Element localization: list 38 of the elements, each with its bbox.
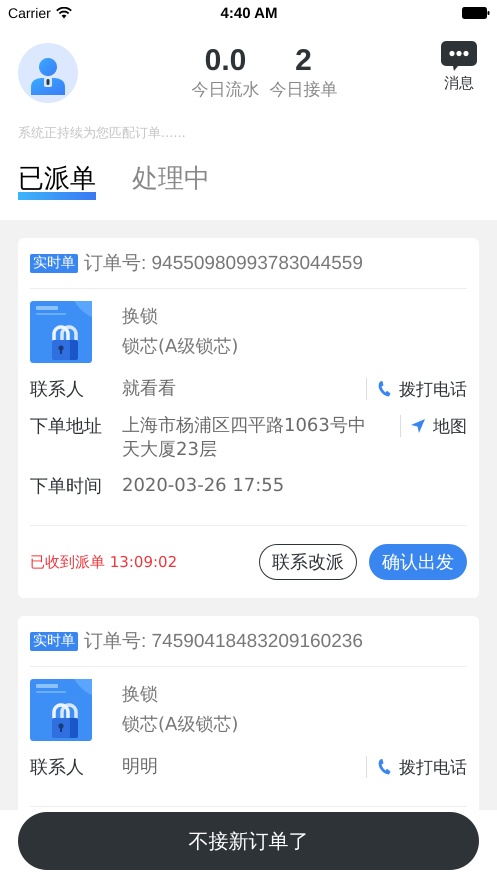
stop-orders-button[interactable]: 不接新订单了 <box>18 812 479 870</box>
stat-label: 今日接单 <box>270 79 338 102</box>
phone-icon[interactable] <box>377 759 391 775</box>
service-name: 换锁 <box>122 305 159 329</box>
reassign-button[interactable]: 联系改派 <box>259 544 357 580</box>
call-link[interactable]: 拨打电话 <box>399 378 467 400</box>
field-value: 上海市杨浦区四平路1063号中天大厦23层 <box>122 414 367 462</box>
stat-label: 今日流水 <box>192 79 260 102</box>
stat-value: 0.0 <box>204 44 246 78</box>
service-name: 换锁 <box>122 683 159 707</box>
location-arrow-icon[interactable] <box>411 419 425 433</box>
messages-label[interactable]: 消息 <box>444 74 474 93</box>
phone-icon[interactable] <box>377 381 391 397</box>
clock: 4:40 AM <box>220 4 278 22</box>
service-item: 锁芯(A级锁芯) <box>122 335 238 359</box>
dispatch-status: 已收到派单 13:09:02 <box>30 552 178 572</box>
order-type-badge: 实时单 <box>30 254 78 272</box>
status-hint: 系统正持续为您匹配订单...... <box>17 125 187 143</box>
field-value: 明明 <box>122 755 159 779</box>
tab[interactable]: 处理中 <box>132 162 210 200</box>
map-link[interactable]: 地图 <box>433 414 467 438</box>
battery-icon <box>462 7 490 19</box>
field-value: 就看看 <box>122 377 177 401</box>
carrier-label: Carrier <box>8 5 51 21</box>
field-label: 联系人 <box>30 378 85 402</box>
field-label: 下单地址 <box>30 415 103 439</box>
call-link[interactable]: 拨打电话 <box>399 756 467 778</box>
order-number: 订单号: 74590418483209160236 <box>84 630 363 654</box>
order-type-badge: 实时单 <box>30 632 78 650</box>
order-number: 订单号: 94550980993783044559 <box>84 252 363 276</box>
field-label: 下单时间 <box>30 475 103 499</box>
stat-value: 2 <box>295 44 312 78</box>
field-label: 联系人 <box>30 756 85 780</box>
chat-bubble-icon[interactable] <box>441 41 477 71</box>
wifi-icon <box>56 7 72 19</box>
service-item: 锁芯(A级锁芯) <box>122 713 238 737</box>
confirm-button[interactable]: 确认出发 <box>369 544 467 580</box>
field-value: 2020-03-26 17:55 <box>122 474 286 498</box>
